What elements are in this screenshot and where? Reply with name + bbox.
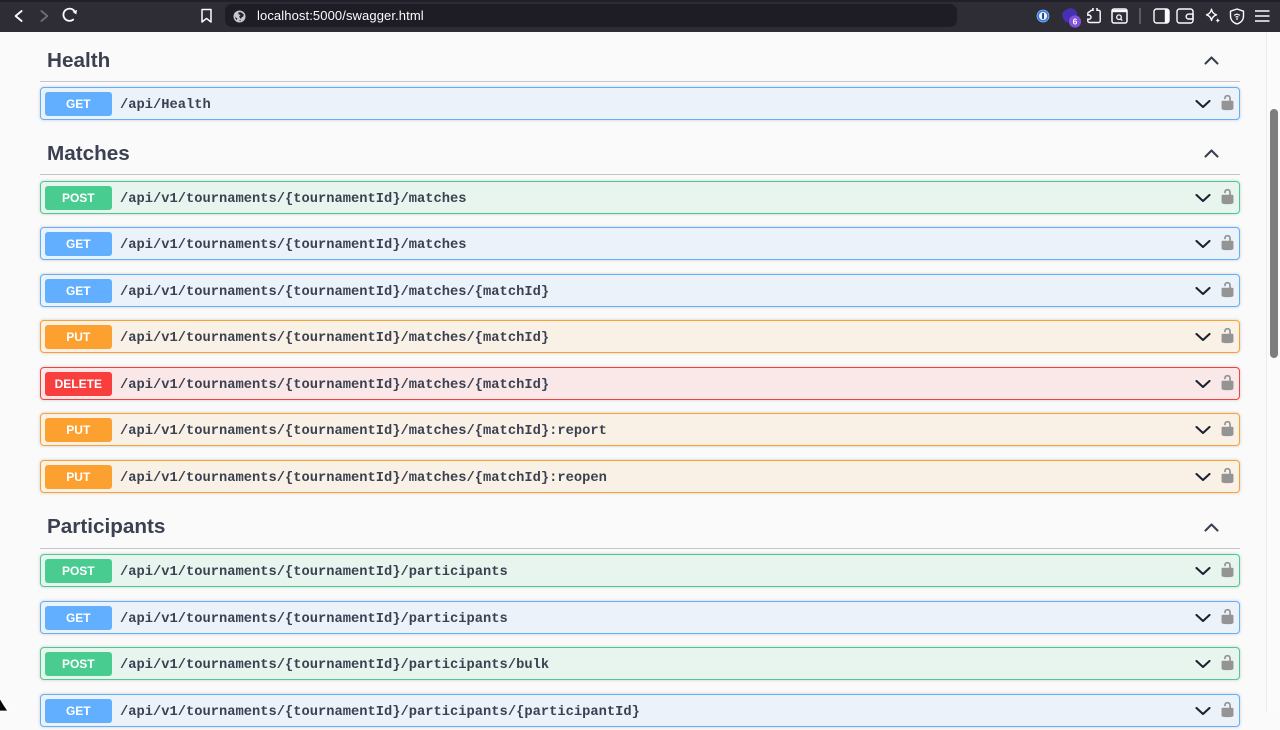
svg-text:6: 6 bbox=[1073, 17, 1078, 27]
